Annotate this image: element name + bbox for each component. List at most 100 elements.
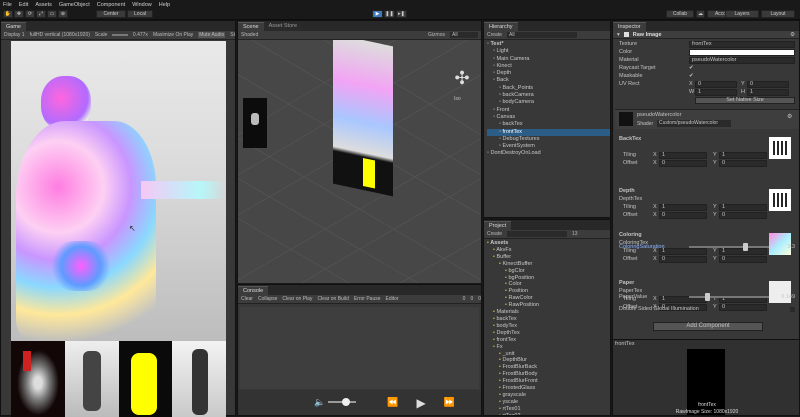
add-component-button[interactable]: Add Component (653, 322, 763, 331)
tiling-x-field[interactable]: 1 (659, 151, 707, 159)
coloring-saturation-slider[interactable] (689, 243, 769, 251)
project-item[interactable]: ▪ Buffer (487, 254, 610, 261)
project-item[interactable]: ▪ rtTex01 (487, 406, 610, 413)
console-editor-button[interactable]: Editor (386, 296, 399, 302)
project-item[interactable]: ▪ Assets (487, 240, 610, 247)
hierarchy-create-dropdown[interactable]: Create (487, 32, 502, 38)
scene-canvas-quad[interactable] (333, 40, 393, 197)
menu-item-component[interactable]: Component (97, 2, 125, 8)
tiling-x-field[interactable]: 1 (659, 203, 707, 211)
hierarchy-item[interactable]: ▫ backTex (487, 121, 610, 128)
project-item[interactable]: ▪ _unit (487, 351, 610, 358)
tab-scene[interactable]: Scene (238, 22, 264, 31)
console-error-count[interactable]: 0 (478, 296, 481, 302)
offset-y-field[interactable]: 0 (719, 255, 767, 263)
scale-slider[interactable] (112, 34, 128, 36)
console-error-pause-button[interactable]: Error Pause (354, 296, 381, 302)
project-item[interactable]: ▪ Materials (487, 309, 610, 316)
set-native-size-button[interactable]: Set Native Size (695, 96, 795, 104)
menu-item-assets[interactable]: Assets (35, 2, 52, 8)
component-enabled-checkbox[interactable] (623, 32, 629, 37)
project-item[interactable]: ▪ RawColor (487, 295, 610, 302)
stats-toggle[interactable]: St (230, 32, 235, 38)
tab-console[interactable]: Console (238, 286, 269, 295)
project-search-input[interactable] (507, 231, 568, 237)
uv-w-field[interactable]: 1 (695, 88, 737, 96)
project-item[interactable]: ▪ DepthTex (487, 330, 610, 337)
play-button[interactable]: ▶ (372, 10, 383, 18)
project-item[interactable]: ▪ bgPosition (487, 275, 610, 282)
component-settings-gear-icon[interactable]: ⚙ (790, 32, 795, 38)
game-render-view[interactable]: ↖ (11, 41, 226, 341)
double-sided-gi-checkbox[interactable] (790, 306, 795, 312)
offset-x-field[interactable]: 0 (659, 255, 707, 263)
tab-inspector[interactable]: Inspector (613, 22, 646, 31)
texture-field[interactable]: frontTex (689, 40, 795, 48)
hierarchy-item[interactable]: ▫ Kinect (487, 63, 610, 70)
hierarchy-item[interactable]: ▫ EventSystem (487, 143, 610, 150)
hierarchy-item[interactable]: ▫ Canvas (487, 114, 610, 121)
project-item[interactable]: ▪ RawPosition (487, 302, 610, 309)
scale-tool-button[interactable]: ⤢ (36, 10, 46, 18)
hierarchy-item[interactable]: ▫ frontTex (487, 128, 610, 136)
pivot-local-button[interactable]: Local (127, 10, 153, 18)
hierarchy-item[interactable]: ▫ DontDestroyOnLoad (487, 150, 610, 157)
hierarchy-item[interactable]: ▫ Back_Points (487, 85, 610, 92)
project-item[interactable]: ▪ backTex (487, 316, 610, 323)
layout-dropdown[interactable]: Layout (761, 10, 795, 18)
raycast-target-checkbox[interactable]: ✔ (689, 65, 694, 71)
offset-x-field[interactable]: 0 (659, 159, 707, 167)
uv-h-field[interactable]: 1 (747, 88, 789, 96)
material-header[interactable]: pseudoWatercolor Shader Custom/pseudoWat… (615, 109, 799, 129)
offset-y-field[interactable]: 0 (719, 211, 767, 219)
console-warning-count[interactable]: 0 (470, 296, 473, 302)
project-item[interactable]: ▪ grayscale (487, 392, 610, 399)
project-item[interactable]: ▪ Position (487, 288, 610, 295)
volume-icon[interactable]: 🔈 (314, 397, 325, 408)
move-tool-button[interactable]: ✥ (14, 10, 24, 18)
tiling-y-field[interactable]: 1 (719, 203, 767, 211)
project-item[interactable]: ▪ FrostBlurBody (487, 371, 610, 378)
pause-button[interactable]: ❚❚ (384, 10, 395, 18)
project-item[interactable]: ▪ bodyTex (487, 323, 610, 330)
play-icon[interactable]: ▶ (416, 396, 425, 410)
raw-image-header[interactable]: ▾ Raw Image ⚙ (613, 31, 799, 39)
console-info-count[interactable]: 0 (463, 296, 466, 302)
tab-hierarchy[interactable]: Hierarchy (484, 22, 518, 31)
texture-thumbnail[interactable] (769, 189, 791, 211)
shading-mode-dropdown[interactable]: Shaded (241, 32, 258, 38)
tiling-y-field[interactable]: 1 (719, 151, 767, 159)
project-item[interactable]: ▪ yscale (487, 399, 610, 406)
project-item[interactable]: ▪ KinectBuffer (487, 261, 610, 268)
gizmos-dropdown[interactable]: Gizmos (428, 32, 445, 38)
console-clear-on-play-button[interactable]: Clear on Play (282, 296, 312, 302)
menu-item-gameobject[interactable]: GameObject (59, 2, 90, 8)
tab-game[interactable]: Game (1, 22, 26, 31)
layers-dropdown[interactable]: Layers (725, 10, 759, 18)
hierarchy-item[interactable]: ▫ Depth (487, 70, 610, 77)
project-item[interactable]: ▪ FrostBlurFront (487, 378, 610, 385)
hierarchy-item[interactable]: ▫ bodyCamera (487, 99, 610, 106)
scene-back-quad[interactable] (243, 98, 267, 148)
project-item[interactable]: ▪ Color (487, 281, 610, 288)
rewind-icon[interactable]: ⏪ (387, 397, 398, 408)
fast-forward-icon[interactable]: ⏩ (444, 397, 455, 408)
hierarchy-item[interactable]: ▫ backCamera (487, 92, 610, 99)
hierarchy-item[interactable]: ▫ Main Camera (487, 56, 610, 63)
hierarchy-item[interactable]: ▫ Test* (487, 41, 610, 48)
maskable-checkbox[interactable]: ✔ (689, 73, 694, 79)
hierarchy-item[interactable]: ▫ Front (487, 107, 610, 114)
paper-value-number[interactable]: 0.149 (775, 294, 795, 300)
console-clear-button[interactable]: Clear (241, 296, 253, 302)
uv-y-field[interactable]: 0 (747, 80, 789, 88)
texture-thumbnail[interactable] (769, 137, 791, 159)
project-item[interactable]: ▪ frontTex (487, 337, 610, 344)
material-settings-gear-icon[interactable]: ⚙ (787, 113, 792, 120)
hierarchy-item[interactable]: ▫ DebugTextures (487, 136, 610, 143)
foldout-arrow-icon[interactable]: ▾ (617, 32, 620, 38)
offset-y-field[interactable]: 0 (719, 159, 767, 167)
project-item[interactable]: ▪ bgClor (487, 268, 610, 275)
uv-x-field[interactable]: 0 (695, 80, 737, 88)
scene-search-input[interactable]: All (450, 32, 478, 38)
console-clear-on-build-button[interactable]: Clear on Build (317, 296, 348, 302)
